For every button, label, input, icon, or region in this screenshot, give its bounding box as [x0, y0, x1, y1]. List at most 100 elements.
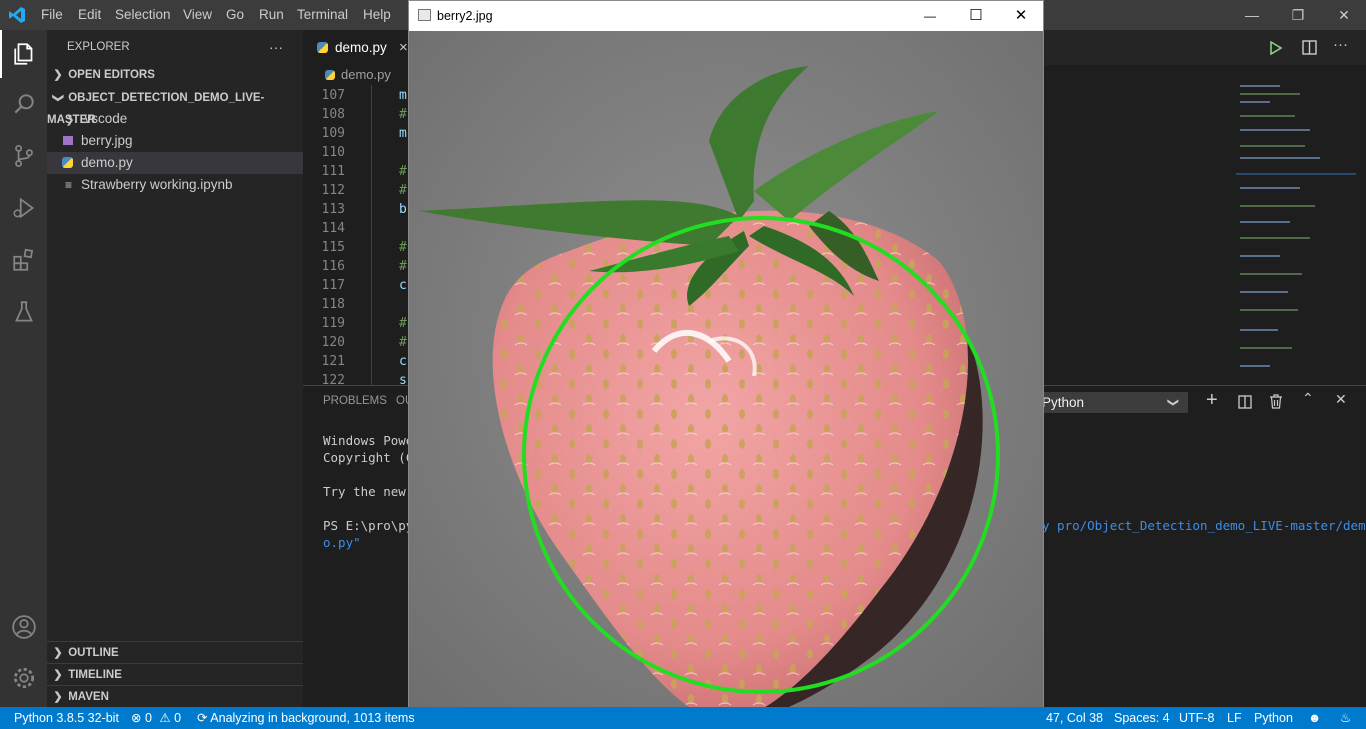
- line-number: 122: [321, 373, 345, 385]
- menu-file[interactable]: File: [41, 0, 63, 30]
- python-interpreter[interactable]: Python 3.8.5 32-bit: [14, 707, 119, 729]
- chevron-right-icon: ❯: [53, 647, 63, 659]
- image-close-button[interactable]: ✕: [1005, 1, 1037, 31]
- tab-demo-py[interactable]: demo.py ×: [303, 30, 408, 65]
- code-line: #: [399, 316, 407, 331]
- maximize-panel-icon[interactable]: ⌃: [1302, 390, 1314, 407]
- extensions-icon[interactable]: [0, 236, 47, 284]
- run-file-icon[interactable]: [1270, 41, 1282, 55]
- line-number: 108: [321, 107, 345, 122]
- menu-help[interactable]: Help: [363, 0, 391, 30]
- tree-item-label: Strawberry working.ipynb: [81, 177, 233, 192]
- open-editors-section[interactable]: ❯ OPEN EDITORS: [47, 64, 303, 86]
- image-minimize-button[interactable]: —: [914, 1, 946, 31]
- line-number: 115: [321, 240, 345, 255]
- terminal-shell-select[interactable]: Python ❯: [1042, 392, 1188, 413]
- image-maximize-button[interactable]: ☐: [960, 1, 992, 31]
- new-terminal-icon[interactable]: +: [1206, 389, 1218, 412]
- tree-item-berry-jpg[interactable]: berry.jpg: [47, 130, 303, 152]
- breadcrumb-file[interactable]: demo.py: [341, 65, 391, 85]
- image-window-titlebar[interactable]: berry2.jpg — ☐ ✕: [409, 1, 1043, 31]
- trash-icon[interactable]: [1269, 394, 1283, 409]
- outline-label: OUTLINE: [68, 647, 119, 659]
- more-actions-icon[interactable]: ···: [1333, 36, 1348, 53]
- code-line: s: [399, 373, 407, 385]
- project-folder-section[interactable]: ❯ OBJECT_DETECTION_DEMO_LIVE-MASTER: [47, 87, 303, 126]
- close-panel-icon[interactable]: ✕: [1335, 391, 1347, 408]
- testing-icon[interactable]: [0, 288, 47, 336]
- settings-gear-icon[interactable]: [0, 654, 47, 702]
- maven-label: MAVEN: [68, 691, 109, 703]
- timeline-section[interactable]: ❯ TIMELINE: [47, 663, 303, 686]
- split-editor-icon[interactable]: [1302, 40, 1317, 55]
- more-actions-button[interactable]: ···: [269, 35, 283, 59]
- feedback-icon[interactable]: ☻: [1308, 707, 1321, 729]
- search-icon[interactable]: [0, 80, 47, 128]
- warning-count: 0: [174, 711, 182, 725]
- sync-icon: ⟳: [197, 711, 208, 725]
- minimap[interactable]: [1236, 85, 1356, 375]
- line-number: 107: [321, 88, 345, 103]
- menu-view[interactable]: View: [183, 0, 212, 30]
- indent-guide: [371, 85, 372, 385]
- python-file-icon: [317, 42, 328, 53]
- split-terminal-icon[interactable]: [1238, 395, 1252, 409]
- cursor-position[interactable]: 47, Col 38: [1046, 707, 1103, 729]
- tab-close-icon[interactable]: ×: [399, 30, 408, 65]
- menu-terminal[interactable]: Terminal: [297, 0, 348, 30]
- warning-icon: ⚠: [159, 711, 171, 725]
- menu-edit[interactable]: Edit: [78, 0, 101, 30]
- code-line: #: [399, 335, 407, 350]
- notifications-bell-icon[interactable]: ♨: [1340, 707, 1351, 729]
- line-number: 113: [321, 202, 345, 217]
- maven-section[interactable]: ❯ MAVEN: [47, 685, 303, 708]
- tree-item-vscode[interactable]: ❯ .vscode: [47, 108, 303, 130]
- run-debug-icon[interactable]: [0, 184, 47, 232]
- terminal-path: y pro/Object_Detection_demo_LIVE-master/…: [1042, 518, 1366, 533]
- problems-indicator[interactable]: ⊗ 0 ⚠ 0: [131, 707, 181, 729]
- image-viewer-window[interactable]: berry2.jpg — ☐ ✕: [408, 0, 1044, 729]
- menu-selection[interactable]: Selection: [115, 0, 171, 30]
- explorer-header: EXPLORER ···: [47, 35, 303, 59]
- line-number: 117: [321, 278, 345, 293]
- file-encoding[interactable]: UTF-8: [1179, 707, 1214, 729]
- indentation[interactable]: Spaces: 4: [1114, 707, 1170, 729]
- python-file-icon: [62, 157, 73, 168]
- chevron-down-icon: ❯: [1167, 397, 1180, 408]
- breadcrumb: demo.py: [303, 65, 408, 85]
- account-icon[interactable]: [0, 603, 47, 651]
- activity-bar: [0, 30, 47, 707]
- vscode-restore-button[interactable]: ❐: [1275, 0, 1321, 30]
- menu-go[interactable]: Go: [226, 0, 244, 30]
- vscode-close-button[interactable]: ✕: [1321, 0, 1366, 30]
- terminal-panel: PROBLEMS OU Windows Powe Copyright (C Tr…: [303, 385, 413, 708]
- code-line: m: [399, 88, 407, 103]
- analysis-label: Analyzing in background, 1013 items: [210, 711, 415, 725]
- language-mode[interactable]: Python: [1254, 707, 1293, 729]
- code-line: #: [399, 240, 407, 255]
- line-number: 112: [321, 183, 345, 198]
- code-line: c: [399, 278, 407, 293]
- terminal-shell-label: Python: [1042, 395, 1085, 410]
- open-editors-label: OPEN EDITORS: [68, 69, 155, 81]
- code-line: m: [399, 126, 407, 141]
- tree-item-demo-py[interactable]: demo.py: [47, 152, 303, 174]
- tree-item-notebook[interactable]: ≡ Strawberry working.ipynb: [47, 174, 303, 196]
- menu-run[interactable]: Run: [259, 0, 284, 30]
- error-count: 0: [144, 711, 152, 725]
- image-file-icon: [63, 136, 73, 145]
- tab-problems[interactable]: PROBLEMS: [323, 395, 387, 407]
- explorer-sidebar: EXPLORER ··· ❯ OPEN EDITORS ❯ OBJECT_DET…: [47, 30, 303, 707]
- outline-section[interactable]: ❯ OUTLINE: [47, 641, 303, 664]
- code-editor[interactable]: 107 108 109 110 111 112 113 114 115 116 …: [303, 85, 407, 385]
- status-bar: Python 3.8.5 32-bit ⊗ 0 ⚠ 0 ⟳ Analyzing …: [0, 707, 1366, 729]
- source-control-icon[interactable]: [0, 132, 47, 180]
- terminal-panel-right: Python ❯ + ⌃ ✕ y pro/Object_Detection_de…: [1042, 385, 1366, 708]
- end-of-line[interactable]: LF: [1227, 707, 1242, 729]
- tree-item-label: demo.py: [81, 155, 133, 170]
- files-icon[interactable]: [0, 30, 47, 78]
- error-icon: ⊗: [131, 711, 142, 725]
- terminal-line: PS E:\pro\py: [323, 518, 414, 533]
- vscode-minimize-button[interactable]: —: [1229, 0, 1275, 30]
- tree-item-label: berry.jpg: [81, 133, 133, 148]
